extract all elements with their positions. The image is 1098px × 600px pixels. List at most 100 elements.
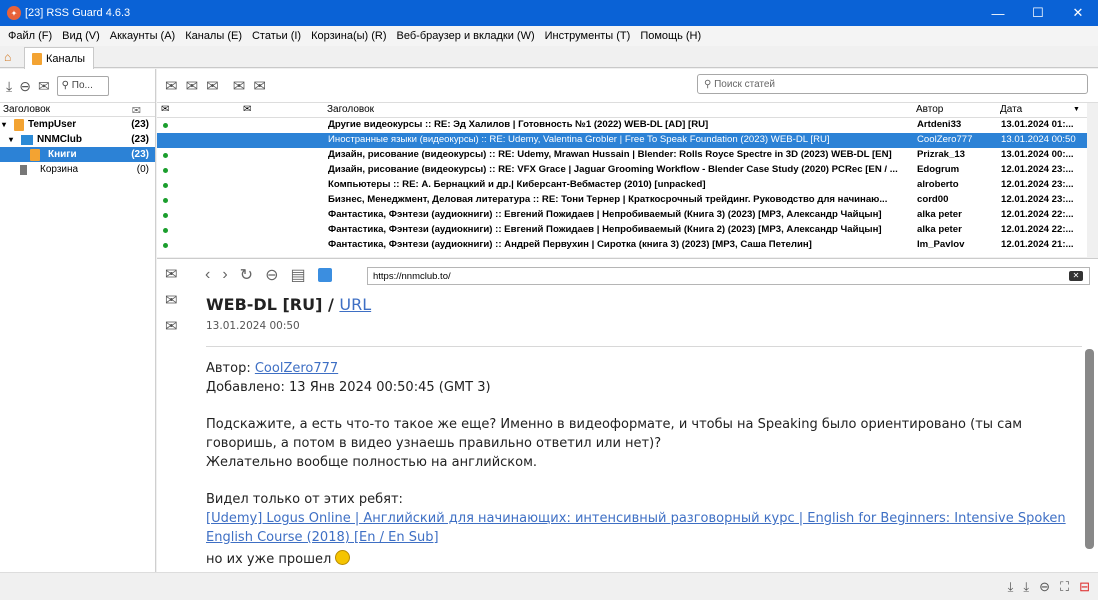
article-row[interactable]: Дизайн, рисование (видеокурсы) :: RE: VF… [157, 163, 1098, 178]
select-next-icon[interactable]: ✉ [233, 77, 246, 95]
unread-dot-icon [163, 153, 168, 158]
smiley-icon [335, 550, 351, 565]
paragraph: но их уже прошел [206, 552, 332, 567]
mark-unread-icon[interactable]: ✉ [186, 77, 199, 95]
expand-arrow-icon: ▾ [2, 120, 7, 129]
article-body: Автор: CoolZero777 Добавлено: 13 Янв 202… [206, 359, 1082, 569]
unread-dot-icon [163, 198, 168, 203]
article-url-link[interactable]: URL [339, 295, 371, 314]
course-link[interactable]: [Udemy] Logus Online | Английский для на… [206, 509, 1082, 547]
update-feeds-icon[interactable]: ⤓ [6, 78, 12, 94]
article-row[interactable]: Фантастика, Фэнтези (аудиокниги) :: Евге… [157, 208, 1098, 223]
article-row[interactable]: Компьютеры :: RE: А. Бернацкий и др.| Ки… [157, 178, 1098, 193]
feeds-search-input[interactable]: ⚲ По... [56, 75, 109, 96]
mark-read-icon[interactable]: ✉ [165, 77, 178, 95]
unread-dot-icon [163, 243, 168, 248]
tab-label: Каналы [46, 52, 86, 65]
articles-toolbar: ✉ ✉ ✉ ✉ ✉ ⚲ Поиск статей [157, 69, 1098, 102]
search-icon: ⚲ [61, 80, 72, 91]
tab-feeds[interactable]: Каналы [24, 47, 94, 69]
download-icon[interactable]: ⤓ [1008, 579, 1014, 595]
menu-web-browser[interactable]: Веб-браузер и вкладки (W) [393, 30, 541, 42]
stop-icon[interactable]: ⊖ [19, 78, 31, 94]
maximize-button[interactable]: ☐ [1018, 0, 1058, 26]
site-icon [317, 268, 332, 282]
title-bar: ✦ [23] RSS Guard 4.6.3 — ☐ ✕ [0, 0, 1098, 26]
article-row[interactable]: Фантастика, Фэнтези (аудиокниги) :: Андр… [157, 238, 1098, 253]
expand-arrow-icon: ▾ [9, 135, 14, 144]
mark-unread-icon[interactable]: ✉ [165, 291, 187, 317]
forward-icon[interactable]: › [222, 266, 227, 284]
mark-read-icon[interactable]: ✉ [38, 78, 50, 94]
menu-view[interactable]: Вид (V) [58, 30, 106, 42]
minimize-button[interactable]: — [978, 0, 1018, 26]
articles-list: ✉ ✉ Заголовок Автор Дата ▼ Другие видеок… [157, 102, 1098, 258]
articles-search-input[interactable]: ⚲ Поиск статей [697, 74, 1088, 94]
clear-url-icon[interactable]: ✕ [1069, 271, 1083, 281]
paragraph: Видел только от этих ребят: [206, 492, 403, 507]
articles-header: ✉ ✉ Заголовок Автор Дата ▼ [157, 103, 1098, 118]
stop-icon[interactable]: ⊖ [1039, 579, 1050, 595]
unread-dot-icon [163, 168, 168, 173]
mark-important-icon[interactable]: ✉ [165, 317, 187, 343]
fullscreen-icon[interactable]: ⛶ [1060, 579, 1069, 595]
tree-item-books[interactable]: Книги (23) [0, 147, 155, 162]
article-row[interactable]: Другие видеокурсы :: RE: Эд Халилов | Го… [157, 118, 1098, 133]
scrollbar-thumb[interactable] [1085, 349, 1094, 549]
feeds-column-header[interactable]: Заголовок ✉ [0, 102, 155, 117]
close-button[interactable]: ✕ [1058, 0, 1098, 26]
home-icon[interactable]: ⌂ [4, 50, 18, 64]
feeds-panel: ⤓ ⊖ ✉ ⚲ По... Заголовок ✉ ▾ TempUser (23… [0, 69, 156, 572]
tree-item-recycle-bin[interactable]: Корзина (0) [0, 162, 155, 177]
important-icon[interactable]: ✉ [243, 104, 251, 115]
articles-scrollbar[interactable] [1087, 103, 1098, 258]
update-all-icon[interactable]: ⤓ [1023, 579, 1029, 595]
recycle-bin-icon [20, 164, 27, 175]
menu-feeds[interactable]: Каналы (E) [181, 30, 248, 42]
author-link[interactable]: CoolZero777 [255, 361, 338, 376]
added-date: Добавлено: 13 Янв 2024 00:50:45 (GMT 3) [206, 380, 491, 395]
feed-icon [30, 148, 40, 161]
stop-icon[interactable]: ⊖ [265, 265, 278, 285]
folder-icon [14, 118, 24, 131]
menu-bar: Файл (F) Вид (V) Аккаунты (A) Каналы (E)… [0, 26, 1098, 46]
search-icon: ⚲ [704, 78, 715, 90]
article-row-selected[interactable]: Иностранные языки (видеокурсы) :: RE: Ud… [157, 133, 1098, 148]
select-previous-icon[interactable]: ✉ [253, 77, 266, 95]
mark-important-icon[interactable]: ✉ [206, 77, 219, 95]
menu-recycle-bin[interactable]: Корзина(ы) (R) [307, 30, 392, 42]
menu-tools[interactable]: Инструменты (T) [541, 30, 637, 42]
window-title: [23] RSS Guard 4.6.3 [25, 7, 131, 19]
reload-icon[interactable]: ↻ [240, 265, 253, 285]
menu-articles[interactable]: Статьи (I) [248, 30, 307, 42]
url-input[interactable]: https://nnmclub.to/ ✕ [367, 267, 1090, 285]
article-row[interactable]: Фантастика, Фэнтези (аудиокниги) :: Евге… [157, 223, 1098, 238]
menu-accounts[interactable]: Аккаунты (A) [106, 30, 181, 42]
column-author[interactable]: Автор [916, 104, 943, 115]
back-icon[interactable]: ‹ [205, 266, 210, 284]
article-row[interactable]: Дизайн, рисование (видеокурсы) :: RE: Ud… [157, 148, 1098, 163]
preview-scrollbar[interactable] [1085, 297, 1094, 557]
sort-arrow-icon: ▼ [1073, 106, 1080, 113]
menu-file[interactable]: Файл (F) [4, 30, 58, 42]
mark-read-icon[interactable]: ✉ [165, 265, 187, 291]
tree-item-tempuser[interactable]: ▾ TempUser (23) [0, 117, 155, 132]
reader-mode-icon[interactable]: ▤ [290, 265, 305, 285]
quit-icon[interactable]: ⊟ [1079, 579, 1090, 595]
tree-item-nnmclub[interactable]: ▾ NNMClub (23) [0, 132, 155, 147]
article-row[interactable]: Бизнес, Менеджмент, Деловая литература :… [157, 193, 1098, 208]
app-icon: ✦ [7, 6, 21, 20]
browser-navbar: ‹ › ↻ ⊖ ▤ [205, 265, 332, 285]
feeds-toolbar: ⤓ ⊖ ✉ ⚲ По... [0, 69, 155, 102]
category-icon [21, 134, 33, 145]
tab-bar: ⌂ Каналы [0, 46, 1098, 69]
paragraph: Подскажите, а есть что-то такое же еще? … [206, 417, 1023, 451]
menu-help[interactable]: Помощь (H) [636, 30, 707, 42]
preview-side-toolbar: ✉ ✉ ✉ [165, 265, 187, 343]
unread-dot-icon [163, 228, 168, 233]
column-title[interactable]: Заголовок [327, 104, 374, 115]
article-preview: ✉ ✉ ✉ ‹ › ↻ ⊖ ▤ https://nnmclub.to/ ✕ WE… [157, 258, 1098, 572]
read-status-icon[interactable]: ✉ [161, 104, 169, 115]
article-content: WEB-DL [RU] / URL 13.01.2024 00:50 Автор… [206, 295, 1082, 569]
column-date[interactable]: Дата [1000, 104, 1022, 115]
